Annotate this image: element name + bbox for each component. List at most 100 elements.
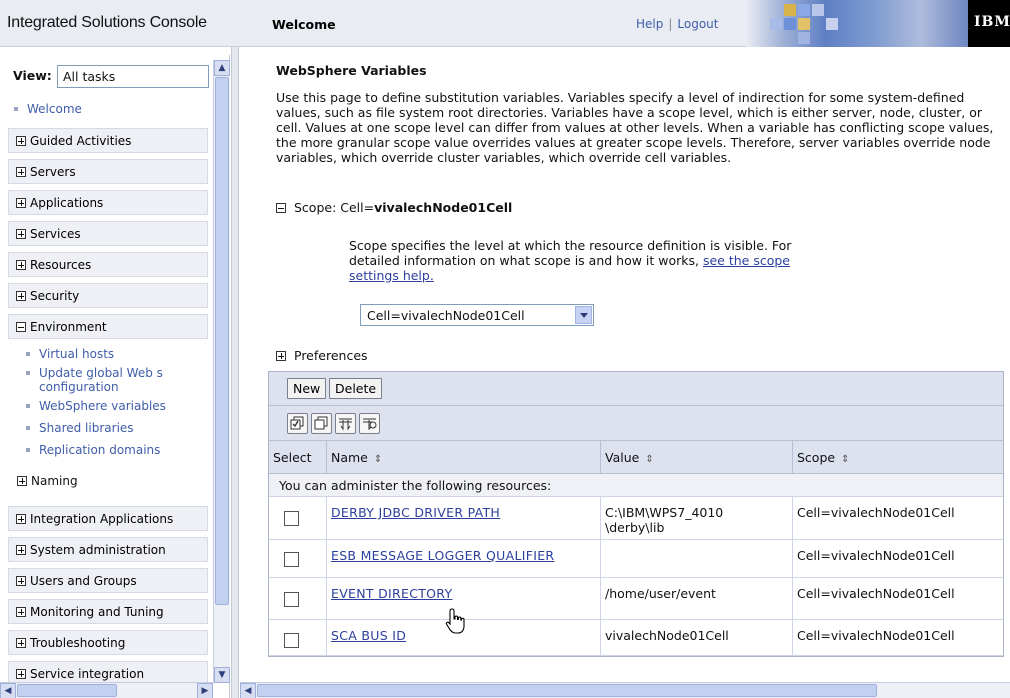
variable-name-link[interactable]: SCA BUS ID	[331, 628, 406, 643]
help-link[interactable]: Help	[636, 17, 663, 31]
pane-splitter[interactable]	[231, 47, 239, 698]
sidebar-item-label: Guided Activities	[30, 134, 132, 148]
variable-name-link[interactable]: DERBY JDBC DRIVER PATH	[331, 505, 500, 520]
sidebar-item-services[interactable]: Services	[8, 221, 208, 246]
sidebar-subitem-replication-domains[interactable]: Replication domains	[26, 443, 210, 457]
sidebar-item-label: Welcome	[27, 102, 82, 116]
view-label: View:	[13, 68, 52, 83]
sidebar-item-users-and-groups[interactable]: Users and Groups	[8, 568, 208, 593]
sidebar-subitem-label: Replication domains	[39, 443, 161, 457]
view-select[interactable]: All tasks	[57, 65, 209, 88]
sidebar-item-resources[interactable]: Resources	[8, 252, 208, 277]
table-header: Select Name ⇕ Value ⇕ Scope ⇕	[269, 441, 1003, 474]
deselect-all-icon[interactable]	[311, 413, 332, 434]
bullet-icon	[26, 404, 30, 408]
banner-graphic: IBM	[746, 0, 1010, 47]
column-header-select: Select	[269, 441, 327, 474]
column-header-label: Scope	[797, 450, 836, 465]
scroll-left-icon[interactable]: ◀	[240, 683, 256, 698]
button-toolbar: New Delete	[269, 372, 1003, 406]
sidebar-item-security[interactable]: Security	[8, 283, 208, 308]
preferences-toggle[interactable]: Preferences	[276, 348, 368, 363]
sidebar-vertical-scrollbar[interactable]: ▲ ▼	[213, 60, 230, 683]
sidebar-subitem-label: Naming	[31, 474, 78, 488]
sidebar-item-servers[interactable]: Servers	[8, 159, 208, 184]
scope-cell: Cell=vivalechNode01Cell	[797, 505, 955, 520]
sidebar-subitem-shared-libraries[interactable]: Shared libraries	[26, 421, 134, 435]
sidebar-item-label: Security	[30, 289, 80, 303]
header-links: Help | Logout	[636, 17, 719, 31]
expand-filter-icon[interactable]	[335, 413, 356, 434]
page-description: Use this page to define substitution var…	[276, 90, 994, 165]
select-cell	[269, 540, 327, 577]
sort-icon[interactable]: ⇕	[374, 454, 382, 465]
scrollbar-thumb[interactable]	[17, 684, 117, 697]
select-cell	[269, 578, 327, 619]
ibm-logo-text: IBM	[974, 14, 1010, 30]
sidebar-horizontal-scrollbar[interactable]: ◀ ▶	[0, 682, 213, 698]
sidebar-item-guided-activities[interactable]: Guided Activities	[8, 128, 208, 153]
sidebar-item-welcome[interactable]: Welcome	[14, 102, 82, 116]
sidebar-item-label: Troubleshooting	[30, 636, 126, 650]
select-cell	[269, 620, 327, 655]
scope-cell: Cell=vivalechNode01Cell	[797, 548, 955, 563]
expand-icon	[16, 198, 26, 208]
scroll-up-icon[interactable]: ▲	[214, 60, 230, 76]
table-info-row: You can administer the following resourc…	[269, 474, 1003, 497]
sort-icon[interactable]: ⇕	[841, 454, 849, 465]
scope-select[interactable]: Cell=vivalechNode01Cell	[360, 304, 594, 326]
column-header-name[interactable]: Name ⇕	[327, 441, 601, 474]
select-cell	[269, 497, 327, 539]
delete-button[interactable]: Delete	[329, 378, 383, 399]
sidebar-subitem-label: configuration	[39, 380, 119, 394]
logout-link[interactable]: Logout	[677, 17, 718, 31]
row-checkbox[interactable]	[284, 511, 299, 526]
sidebar-item-label: Monitoring and Tuning	[30, 605, 164, 619]
sidebar-item-service-integration[interactable]: Service integration	[8, 661, 208, 683]
name-cell: DERBY JDBC DRIVER PATH	[327, 497, 601, 539]
main-horizontal-scrollbar[interactable]: ◀	[240, 682, 1010, 698]
scrollbar-thumb[interactable]	[257, 684, 877, 697]
row-checkbox[interactable]	[284, 552, 299, 567]
scroll-left-icon[interactable]: ◀	[0, 683, 16, 698]
sidebar-item-environment[interactable]: Environment	[8, 314, 208, 339]
sort-icon[interactable]: ⇕	[645, 454, 653, 465]
table-row: SCA BUS ID vivalechNode01Cell Cell=vival…	[269, 620, 1003, 656]
name-cell: ESB MESSAGE LOGGER QUALIFIER	[327, 540, 601, 577]
column-header-value[interactable]: Value ⇕	[601, 441, 793, 474]
scroll-down-icon[interactable]: ▼	[214, 667, 230, 683]
sidebar-subitem-websphere-variables[interactable]: WebSphere variables	[26, 399, 210, 413]
sidebar-item-system-administration[interactable]: System administration	[8, 537, 208, 562]
variable-name-link[interactable]: EVENT DIRECTORY	[331, 586, 452, 601]
sidebar-item-applications[interactable]: Applications	[8, 190, 208, 215]
row-checkbox[interactable]	[284, 633, 299, 648]
value-cell: C:\IBM\WPS7_4010 \derby\lib	[601, 497, 793, 539]
scope-description: Scope specifies the level at which the r…	[349, 238, 819, 283]
new-button[interactable]: New	[287, 378, 327, 399]
sidebar-subitem-label: WebSphere variables	[39, 399, 166, 413]
sidebar-subitem-virtual-hosts[interactable]: Virtual hosts	[26, 347, 114, 361]
sidebar-item-integration-applications[interactable]: Integration Applications	[8, 506, 208, 531]
hand-cursor-icon	[445, 608, 465, 634]
sidebar-item-troubleshooting[interactable]: Troubleshooting	[8, 630, 208, 655]
app-title: Integrated Solutions Console	[7, 14, 207, 31]
table-row: DERBY JDBC DRIVER PATH C:\IBM\WPS7_4010 …	[269, 497, 1003, 540]
sidebar-subitem-update-global-web[interactable]: Update global Web s	[26, 366, 210, 380]
scrollbar-thumb[interactable]	[215, 77, 229, 605]
sidebar-subitem-naming[interactable]: Naming	[17, 474, 78, 488]
scope-section-toggle[interactable]: Scope: Cell=vivalechNode01Cell	[276, 200, 512, 215]
chevron-down-icon[interactable]	[575, 306, 592, 324]
clear-filter-icon[interactable]	[359, 413, 380, 434]
select-all-icon[interactable]	[287, 413, 308, 434]
variable-name-link[interactable]: ESB MESSAGE LOGGER QUALIFIER	[331, 548, 554, 563]
scope-header-prefix: Scope: Cell=	[294, 200, 375, 215]
sidebar-item-monitoring-and-tuning[interactable]: Monitoring and Tuning	[8, 599, 208, 624]
expand-icon	[16, 136, 26, 146]
column-header-scope[interactable]: Scope ⇕	[793, 441, 1005, 474]
scope-header-value: vivalechNode01Cell	[374, 200, 513, 215]
column-header-label: Value	[605, 450, 640, 465]
sidebar-subitem-configuration[interactable]: configuration	[39, 380, 119, 394]
sidebar-item-label: Users and Groups	[30, 574, 137, 588]
scroll-right-icon[interactable]: ▶	[197, 683, 213, 698]
row-checkbox[interactable]	[284, 592, 299, 607]
